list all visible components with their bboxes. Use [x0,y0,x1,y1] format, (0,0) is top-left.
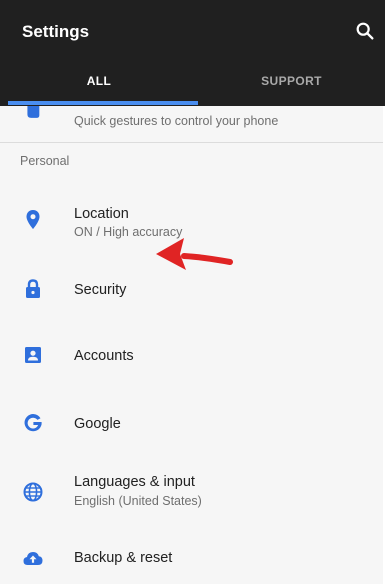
setting-label: Security [74,282,127,298]
lock-icon [26,279,40,298]
gesture-hand-icon [27,106,40,118]
tab-support[interactable]: SUPPORT [198,74,385,88]
setting-label: Languages & input [74,474,195,490]
globe-icon [23,482,43,502]
settings-list[interactable]: Quick gestures to control your phone Per… [0,106,385,584]
setting-label: Accounts [74,348,134,364]
setting-google[interactable]: Google [0,394,385,454]
divider [0,142,385,143]
annotation-arrow-icon [156,238,233,270]
google-g-icon [24,414,42,432]
setting-languages-input[interactable]: Languages & input English (United States… [0,462,385,522]
setting-label: Location [74,206,129,222]
setting-backup-reset[interactable]: Backup & reset [0,532,385,584]
search-icon[interactable] [354,20,376,42]
setting-subtitle: English (United States) [74,494,202,508]
cloud-upload-icon [23,552,43,565]
section-header-personal: Personal [20,154,70,168]
account-box-icon [25,347,41,363]
setting-label: Backup & reset [74,550,173,566]
app-bar: Settings ALL SUPPORT [0,0,385,106]
setting-label: Google [74,416,121,432]
location-pin-icon [26,210,40,229]
page-title: Settings [22,22,90,41]
gestures-subtitle: Quick gestures to control your phone [74,114,279,128]
setting-accounts[interactable]: Accounts [0,326,385,386]
tab-all[interactable]: ALL [0,74,198,88]
tab-indicator [8,101,198,105]
